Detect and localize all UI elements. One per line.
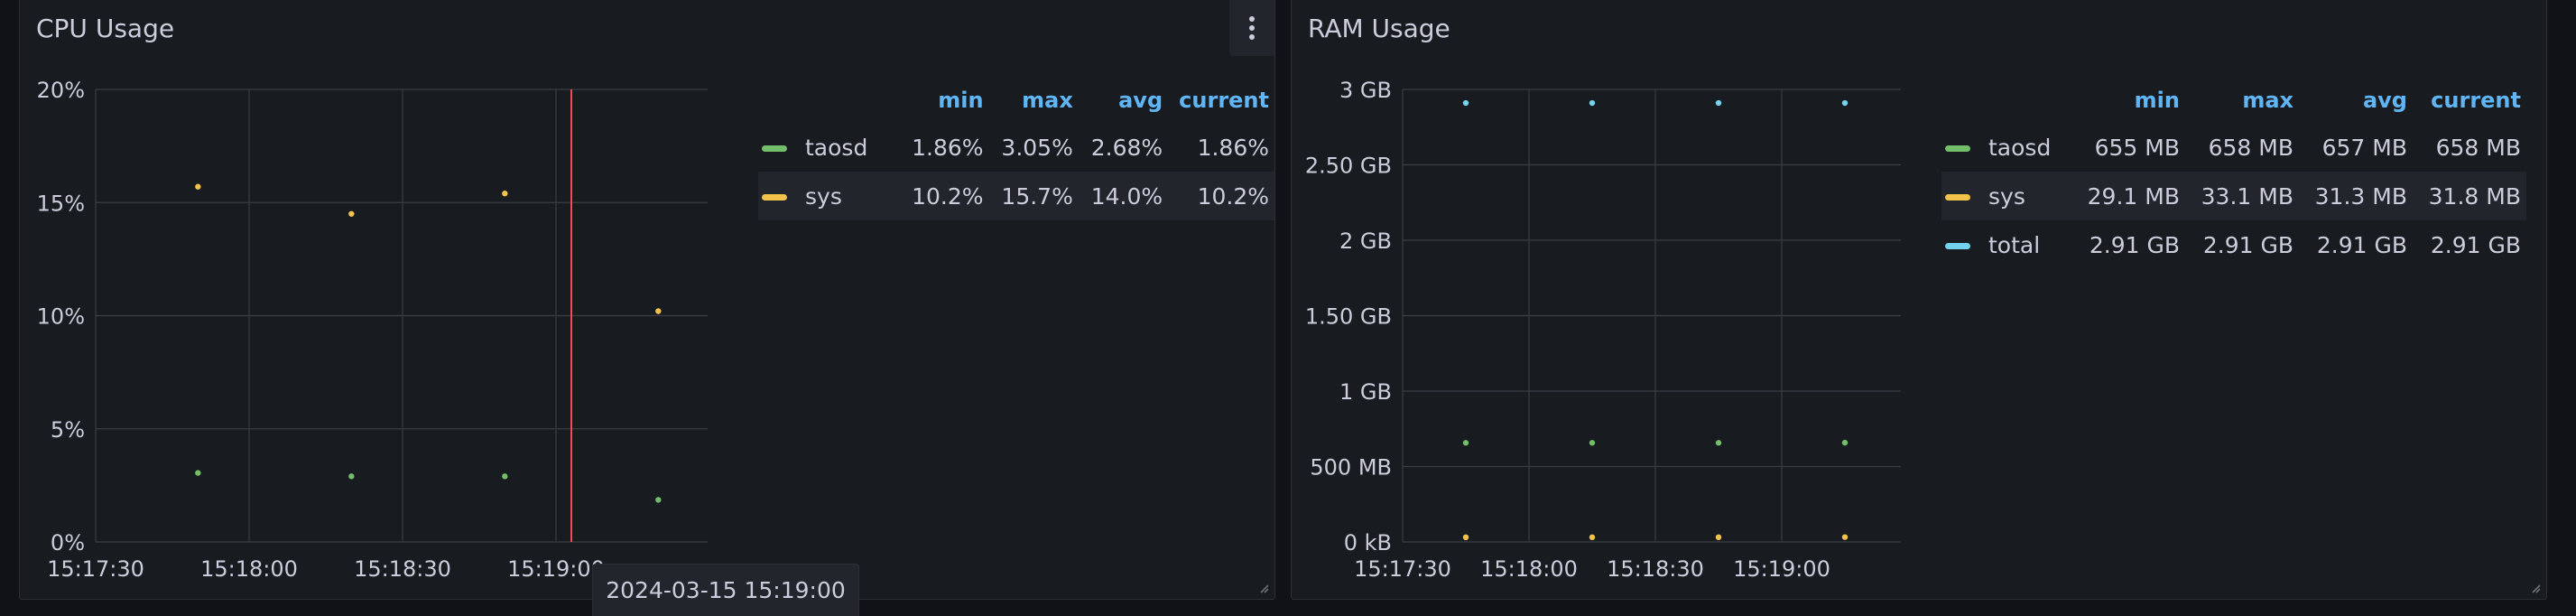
legend-value-min: 10.2% bbox=[901, 172, 989, 220]
legend-header-avg[interactable]: avg bbox=[1079, 85, 1168, 123]
data-point-taosd bbox=[348, 473, 355, 480]
legend-value-avg: 2.68% bbox=[1090, 134, 1163, 161]
legend-series-name[interactable]: taosd bbox=[805, 135, 867, 161]
legend-series-name[interactable]: total bbox=[1988, 232, 2040, 258]
legend-value-min: 29.1 MB bbox=[2075, 172, 2185, 220]
y-tick-label: 15% bbox=[37, 191, 85, 216]
cpu-usage-panel: CPU Usage 0% 5% 10% 15% 20% 15:17:30 15:18:00 1… bbox=[19, 0, 1275, 600]
legend-header-row: min max avg current bbox=[758, 85, 1274, 123]
x-tick-label: 15:19:00 bbox=[1733, 556, 1830, 582]
legend-header-max[interactable]: max bbox=[2185, 85, 2299, 123]
cpu-legend-table: min max avg current taosd 1.86% 3.05% 2.… bbox=[758, 85, 1274, 220]
y-tick-label: 5% bbox=[51, 417, 85, 443]
legend-series-name[interactable]: sys bbox=[805, 183, 842, 210]
data-point-sys bbox=[1715, 534, 1722, 541]
legend-series-name[interactable]: taosd bbox=[1988, 135, 2051, 161]
legend-header-min[interactable]: min bbox=[901, 85, 989, 123]
ram-legend-table: min max avg current taosd 655 MB 658 MB … bbox=[1941, 85, 2526, 269]
ram-usage-panel: RAM Usage 0 kB 500 MB 1 GB 1.50 GB 2 GB 2.50 … bbox=[1291, 0, 2547, 600]
legend-header-max[interactable]: max bbox=[989, 85, 1079, 123]
legend-value-avg: 2.91 GB bbox=[2316, 231, 2407, 258]
legend-row-taosd[interactable]: taosd 655 MB 658 MB 657 MB 658 MB bbox=[1941, 123, 2526, 172]
data-point-taosd bbox=[1715, 440, 1722, 446]
y-tick-label: 500 MB bbox=[1310, 455, 1392, 481]
legend-header-current[interactable]: current bbox=[1168, 85, 1274, 123]
data-point-taosd bbox=[1841, 439, 1849, 446]
legend-value-current: 1.86% bbox=[1197, 134, 1269, 161]
legend-series-name[interactable]: sys bbox=[1988, 183, 2025, 210]
data-point-total bbox=[1841, 99, 1849, 107]
legend-value-avg: 14.0% bbox=[1078, 172, 1169, 220]
legend-header-row: min max avg current bbox=[1941, 85, 2526, 123]
legend-row-sys[interactable]: sys 29.1 MB 33.1 MB 31.3 MB 31.8 MB bbox=[1941, 172, 2526, 220]
data-point-taosd bbox=[1462, 440, 1469, 446]
resize-handle-icon[interactable] bbox=[2530, 583, 2541, 593]
data-point-total bbox=[1462, 99, 1469, 107]
data-point-sys bbox=[1462, 534, 1469, 541]
x-tick-label: 15:18:30 bbox=[354, 556, 451, 582]
legend-value-current: 2.91 GB bbox=[2430, 231, 2521, 258]
legend-value-current: 31.8 MB bbox=[2413, 172, 2526, 220]
legend-row-taosd[interactable]: taosd 1.86% 3.05% 2.68% 1.86% bbox=[758, 123, 1274, 172]
x-tick-label: 15:18:00 bbox=[200, 556, 298, 582]
data-point-total bbox=[1715, 99, 1722, 107]
legend-value-max: 2.91 GB bbox=[2202, 231, 2293, 258]
y-tick-label: 2 GB bbox=[1339, 229, 1392, 254]
x-tick-label: 15:19:00 bbox=[507, 556, 605, 582]
y-tick-label: 0 kB bbox=[1344, 530, 1392, 555]
legend-value-min: 655 MB bbox=[2094, 134, 2180, 161]
legend-value-avg: 31.3 MB bbox=[2299, 172, 2413, 220]
legend-value-max: 658 MB bbox=[2208, 134, 2293, 161]
legend-value-current: 658 MB bbox=[2435, 134, 2521, 161]
x-tick-label: 15:18:30 bbox=[1607, 556, 1704, 582]
legend-value-avg: 657 MB bbox=[2321, 134, 2407, 161]
series-color-swatch bbox=[762, 145, 787, 152]
series-color-swatch bbox=[762, 194, 787, 201]
y-tick-label: 1.50 GB bbox=[1305, 304, 1392, 330]
resize-handle-icon[interactable] bbox=[1258, 583, 1269, 593]
legend-value-min: 2.91 GB bbox=[2089, 231, 2180, 258]
series-color-swatch bbox=[1945, 145, 1970, 152]
legend-value-min: 1.86% bbox=[912, 134, 984, 161]
data-point-taosd bbox=[195, 470, 201, 476]
y-tick-label: 1 GB bbox=[1339, 379, 1392, 405]
data-point-sys bbox=[1841, 534, 1849, 540]
x-tick-label: 15:18:00 bbox=[1480, 556, 1578, 582]
series-color-swatch bbox=[1945, 194, 1970, 201]
data-point-sys bbox=[655, 308, 662, 314]
series-color-swatch bbox=[1945, 243, 1970, 249]
data-point-taosd bbox=[655, 497, 662, 503]
data-point-taosd bbox=[1589, 440, 1596, 446]
x-tick-label: 15:17:30 bbox=[1354, 556, 1451, 582]
y-tick-label: 20% bbox=[37, 78, 85, 103]
legend-value-max: 15.7% bbox=[988, 172, 1079, 220]
data-point-total bbox=[1589, 99, 1596, 107]
y-tick-label: 10% bbox=[37, 304, 85, 330]
legend-value-max: 3.05% bbox=[1001, 134, 1073, 161]
legend-header-avg[interactable]: avg bbox=[2299, 85, 2413, 123]
tooltip-timestamp: 2024-03-15 15:19:00 bbox=[606, 577, 846, 603]
hover-tooltip: 2024-03-15 15:19:00 bbox=[592, 564, 859, 616]
y-tick-label: 2.50 GB bbox=[1305, 154, 1392, 179]
y-tick-label: 3 GB bbox=[1339, 78, 1392, 103]
legend-value-current: 10.2% bbox=[1168, 172, 1274, 220]
data-point-sys bbox=[195, 183, 201, 190]
legend-header-min[interactable]: min bbox=[2075, 85, 2185, 123]
data-point-sys bbox=[1589, 534, 1596, 541]
legend-row-total[interactable]: total 2.91 GB 2.91 GB 2.91 GB 2.91 GB bbox=[1941, 220, 2526, 269]
data-point-sys bbox=[502, 191, 508, 197]
data-point-sys bbox=[348, 210, 355, 217]
y-tick-label: 0% bbox=[51, 530, 85, 555]
data-point-taosd bbox=[502, 473, 508, 480]
legend-value-max: 33.1 MB bbox=[2185, 172, 2299, 220]
x-tick-label: 15:17:30 bbox=[47, 556, 144, 582]
legend-row-sys[interactable]: sys 10.2% 15.7% 14.0% 10.2% bbox=[758, 172, 1274, 220]
legend-header-current[interactable]: current bbox=[2413, 85, 2526, 123]
